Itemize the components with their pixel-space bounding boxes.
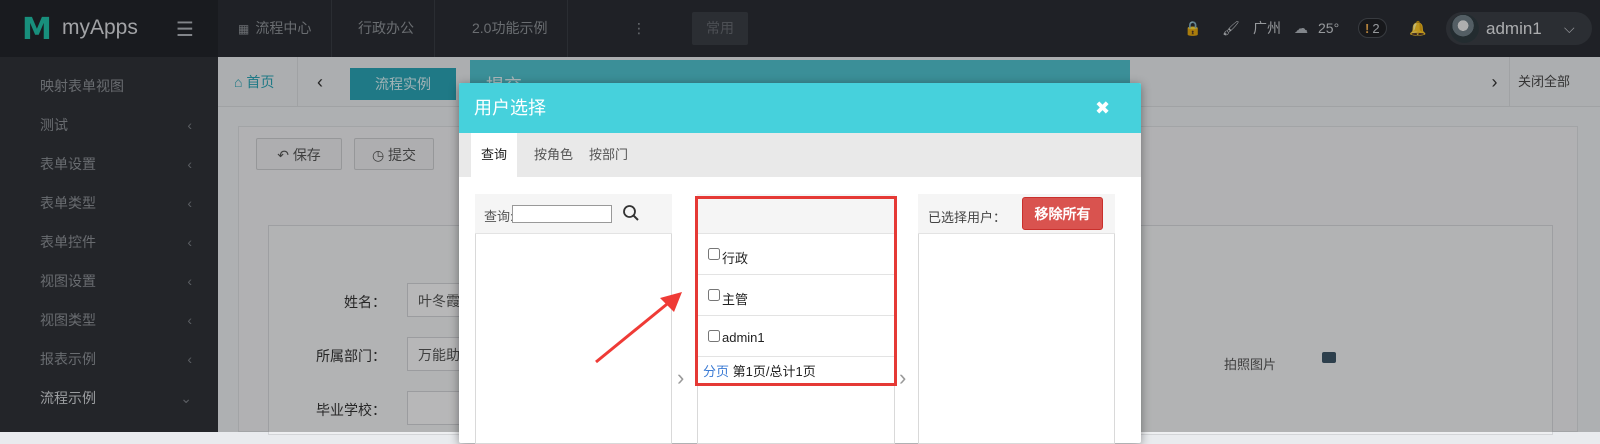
search-icon[interactable]	[622, 204, 640, 222]
chevron-right-icon[interactable]: ›	[899, 365, 906, 391]
highlight-box	[695, 196, 897, 386]
tab-query[interactable]: 查询	[471, 133, 518, 177]
search-input[interactable]	[512, 205, 612, 223]
modal-header	[459, 83, 1141, 133]
modal-title: 用户选择	[474, 98, 546, 118]
tab-by-role[interactable]: 按角色	[524, 133, 583, 177]
search-label: 查询:	[484, 209, 514, 224]
tab-by-department[interactable]: 按部门	[579, 133, 638, 177]
remove-all-button[interactable]: 移除所有	[1022, 197, 1103, 230]
selected-users-label: 已选择用户：	[928, 210, 1007, 225]
close-icon[interactable]: ✖	[1095, 83, 1110, 133]
annotation-arrow-icon	[595, 292, 682, 364]
